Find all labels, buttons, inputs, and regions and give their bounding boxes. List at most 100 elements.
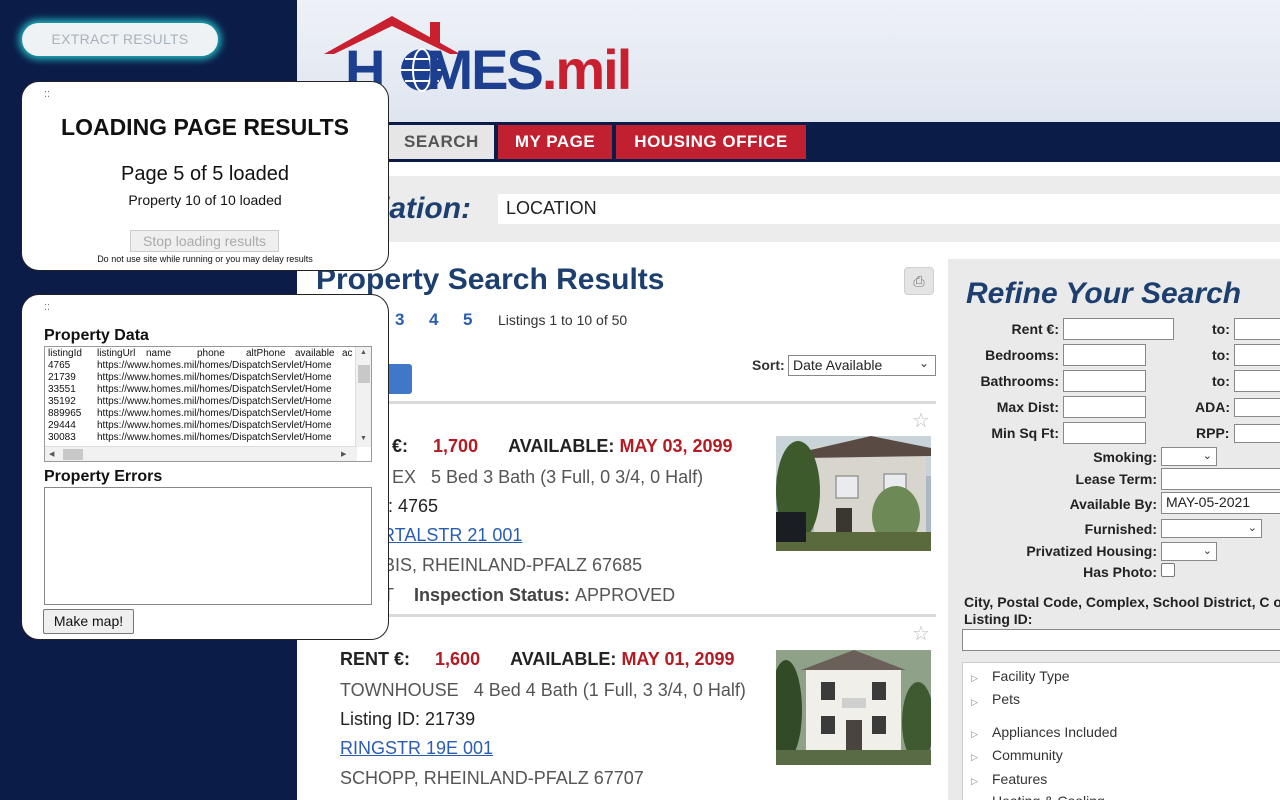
refine-title: Refine Your Search bbox=[966, 277, 1242, 310]
listing-details: TOWNHOUSE 4 Bed 4 Bath (1 Full, 3 3/4, 0… bbox=[340, 680, 746, 700]
listing-city: NBIS, RHEINLAND-PFALZ 67685 bbox=[370, 555, 643, 575]
rent-to-label: to: bbox=[1212, 321, 1230, 337]
scroll-right-icon[interactable]: ▶ bbox=[341, 450, 346, 458]
vertical-scrollbar[interactable]: ▲ ▼ bbox=[355, 347, 371, 447]
furnished-select[interactable]: ⌄ bbox=[1161, 519, 1262, 538]
page-link-3[interactable]: 3 bbox=[395, 310, 404, 330]
lease-term-input[interactable] bbox=[1161, 468, 1280, 490]
bathrooms-to-label: to: bbox=[1212, 373, 1230, 389]
scroll-thumb[interactable] bbox=[358, 365, 370, 383]
expand-arrow-icon: ▷ bbox=[971, 673, 978, 683]
property-errors-title: Property Errors bbox=[44, 468, 163, 485]
bedrooms-min-input[interactable] bbox=[1063, 344, 1146, 366]
data-row: 21739 https://www.homes.mil/homes/Dispatc… bbox=[48, 372, 332, 383]
facet-pets[interactable]: Pets bbox=[992, 691, 1020, 707]
listing-rent: RENT €: 1,600 AVAILABLE: MAY 01, 2099 bbox=[340, 649, 735, 669]
available-by-label: Available By: bbox=[1069, 496, 1157, 512]
results-divider bbox=[318, 401, 936, 404]
property-data-textarea[interactable]: listingId listingUrl name phone altPhone avai… bbox=[44, 346, 372, 462]
facet-appliances[interactable]: Appliances Included bbox=[992, 724, 1117, 740]
expand-arrow-icon: ▷ bbox=[971, 729, 978, 739]
property-status: Property 10 of 10 loaded bbox=[128, 192, 282, 208]
horizontal-scrollbar[interactable]: ◀ ▶ bbox=[45, 446, 357, 461]
printer-icon: ⎙ bbox=[913, 273, 925, 289]
nav-housing-office-tab[interactable]: HOUSING OFFICE bbox=[616, 125, 806, 159]
print-button[interactable]: ⎙ bbox=[904, 267, 934, 295]
favorite-star-icon[interactable]: ☆ bbox=[912, 621, 930, 646]
sort-select[interactable]: Date Available ⌄ bbox=[788, 355, 936, 376]
property-data-title: Property Data bbox=[44, 327, 149, 344]
bathrooms-label: Bathrooms: bbox=[980, 373, 1059, 389]
scroll-left-icon[interactable]: ◀ bbox=[49, 450, 54, 458]
make-map-button[interactable]: Make map! bbox=[43, 609, 134, 634]
city-search-label: City, Postal Code, Complex, School Distr… bbox=[964, 594, 1280, 627]
chevron-down-icon: ⌄ bbox=[918, 356, 929, 370]
listings-count: Listings 1 to 10 of 50 bbox=[498, 312, 628, 328]
ada-select[interactable]: ⌄ bbox=[1234, 398, 1280, 417]
listing-inspection: NT Inspection Status: APPROVED bbox=[370, 585, 676, 605]
max-dist-input[interactable] bbox=[1063, 396, 1146, 418]
data-row: 33551 https://www.homes.mil/homes/Dispatc… bbox=[48, 384, 332, 395]
property-errors-textarea[interactable] bbox=[44, 487, 372, 605]
page-link-4[interactable]: 4 bbox=[429, 310, 438, 330]
expand-arrow-icon: ▷ bbox=[971, 776, 978, 786]
city-search-input[interactable] bbox=[962, 629, 1280, 651]
lease-term-label: Lease Term: bbox=[1075, 471, 1157, 487]
bedrooms-max-input[interactable] bbox=[1234, 344, 1280, 366]
data-row: 4765 https://www.homes.mil/homes/Dispatch… bbox=[48, 360, 332, 371]
smoking-select[interactable]: ⌄ bbox=[1161, 447, 1217, 466]
sort-label: Sort: bbox=[752, 357, 785, 373]
facet-facility-type[interactable]: Facility Type bbox=[992, 668, 1070, 684]
rent-max-input[interactable] bbox=[1234, 318, 1280, 340]
installation-input[interactable]: LOCATION bbox=[498, 194, 1280, 224]
listing-details: EX 5 Bed 3 Bath (3 Full, 0 3/4, 0 Half) bbox=[392, 467, 704, 487]
listing-divider bbox=[318, 614, 936, 617]
scroll-thumb[interactable] bbox=[63, 449, 83, 460]
drag-handle[interactable]: :: bbox=[44, 88, 50, 100]
expand-arrow-icon: ▷ bbox=[971, 752, 978, 762]
listing-rent: €: 1,700 AVAILABLE: MAY 03, 2099 bbox=[392, 436, 733, 456]
listing-photo[interactable] bbox=[776, 436, 931, 551]
bedrooms-label: Bedrooms: bbox=[985, 347, 1059, 363]
nav-search-tab[interactable]: SEARCH bbox=[388, 125, 494, 159]
max-dist-label: Max Dist: bbox=[996, 399, 1059, 415]
listing-city: SCHOPP, RHEINLAND-PFALZ 67707 bbox=[340, 768, 644, 788]
rpp-label: RPP: bbox=[1196, 425, 1230, 441]
scroll-down-icon[interactable]: ▼ bbox=[360, 435, 367, 442]
extract-results-button[interactable]: EXTRACT RESULTS bbox=[22, 23, 218, 56]
page-link-5[interactable]: 5 bbox=[463, 310, 472, 330]
ada-label: ADA: bbox=[1195, 399, 1230, 415]
rpp-select[interactable]: ⌄ bbox=[1234, 424, 1280, 443]
facet-heating-cooling[interactable]: Heating & Cooling bbox=[992, 793, 1105, 800]
privatized-select[interactable]: ⌄ bbox=[1161, 542, 1217, 561]
scroll-up-icon[interactable]: ▲ bbox=[360, 349, 367, 356]
bathrooms-max-input[interactable] bbox=[1234, 370, 1280, 392]
favorite-star-icon[interactable]: ☆ bbox=[912, 408, 930, 433]
min-sqft-input[interactable] bbox=[1063, 422, 1146, 444]
chevron-down-icon: ⌄ bbox=[1247, 522, 1257, 534]
data-header-row: listingId listingUrl name phone altPhone avai… bbox=[48, 348, 353, 359]
has-photo-checkbox[interactable] bbox=[1161, 563, 1175, 577]
listing-address-link[interactable]: ERTALSTR 21 001 bbox=[370, 525, 522, 546]
data-row: 30083 https://www.homes.mil/homes/Dispatc… bbox=[48, 432, 332, 443]
bedrooms-to-label: to: bbox=[1212, 347, 1230, 363]
data-row: 889965 https://www.homes.mil/homes/Dispat… bbox=[48, 408, 332, 419]
rent-min-input[interactable] bbox=[1063, 318, 1174, 340]
drag-handle[interactable]: :: bbox=[44, 301, 50, 313]
furnished-label: Furnished: bbox=[1084, 521, 1157, 537]
min-sqft-label: Min Sq Ft: bbox=[991, 425, 1059, 441]
available-by-input[interactable]: MAY-05-2021 bbox=[1161, 492, 1280, 514]
page-status: Page 5 of 5 loaded bbox=[121, 163, 289, 185]
listing-id: Listing ID: 21739 bbox=[340, 709, 476, 729]
facet-features[interactable]: Features bbox=[992, 771, 1047, 787]
expand-arrow-icon: ▷ bbox=[971, 697, 978, 707]
chevron-down-icon: ⌄ bbox=[1202, 450, 1212, 462]
listing-address-link[interactable]: RINGSTR 19E 001 bbox=[340, 738, 493, 759]
stop-loading-button[interactable]: Stop loading results bbox=[130, 230, 279, 252]
facet-community[interactable]: Community bbox=[992, 747, 1063, 763]
bathrooms-min-input[interactable] bbox=[1063, 370, 1146, 392]
listing-photo[interactable] bbox=[776, 650, 931, 765]
nav-my-page-tab[interactable]: MY PAGE bbox=[498, 125, 612, 159]
data-row: 29444 https://www.homes.mil/homes/Dispatc… bbox=[48, 420, 332, 431]
warning-note: Do not use site while running or you may… bbox=[97, 254, 313, 264]
